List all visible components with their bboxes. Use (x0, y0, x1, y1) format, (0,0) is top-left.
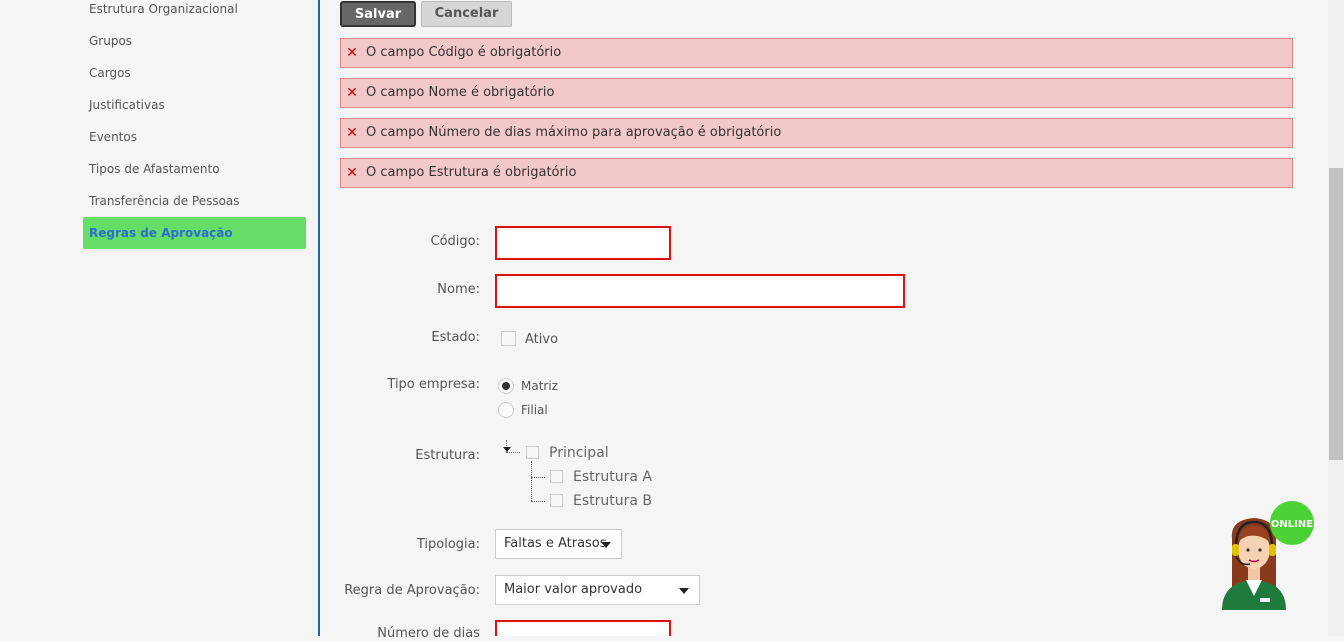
nome-label: Nome: (437, 282, 480, 297)
error-message: ✕ O campo Estrutura é obrigatório (340, 158, 1293, 188)
matriz-radio[interactable] (498, 378, 514, 394)
tree-connector (531, 461, 532, 501)
sidebar-item-estrutura-organizacional[interactable]: Estrutura Organizacional (83, 0, 306, 25)
main-content: Salvar Cancelar ✕ O campo Código é obrig… (320, 0, 1328, 641)
cancel-button[interactable]: Cancelar (421, 1, 512, 27)
ativo-checkbox[interactable] (501, 331, 516, 346)
filial-radio[interactable] (498, 402, 514, 418)
codigo-label: Código: (430, 234, 480, 249)
error-x-icon: ✕ (346, 85, 358, 101)
estado-label: Estado: (431, 330, 480, 345)
tipologia-select[interactable]: Faltas e Atrasos (495, 529, 622, 559)
sidebar-item-eventos[interactable]: Eventos (83, 121, 306, 153)
sidebar-item-tipos-afastamento[interactable]: Tipos de Afastamento (83, 153, 306, 185)
tipologia-value: Faltas e Atrasos (504, 536, 607, 551)
sidebar-item-cargos[interactable]: Cargos (83, 57, 306, 89)
tree-connector (506, 452, 520, 453)
error-x-icon: ✕ (346, 45, 358, 61)
save-button[interactable]: Salvar (340, 1, 416, 27)
error-message: ✕ O campo Código é obrigatório (340, 38, 1293, 68)
chat-widget[interactable]: ONLINE (1218, 500, 1318, 615)
estrutura-label: Estrutura: (415, 448, 480, 463)
matriz-label: Matriz (521, 379, 558, 393)
regra-aprovacao-select[interactable]: Maior valor aprovado (495, 575, 700, 605)
tree-node-estrutura-a[interactable]: Estrutura A (573, 469, 652, 485)
regra-aprovacao-label: Regra de Aprovação: (344, 583, 480, 598)
error-message: ✕ O campo Número de dias máximo para apr… (340, 118, 1293, 148)
tree-expand-icon[interactable] (503, 447, 511, 452)
sidebar-item-justificativas[interactable]: Justificativas (83, 89, 306, 121)
numero-dias-input[interactable] (495, 620, 671, 636)
sidebar-item-regras-aprovacao[interactable]: Regras de Aprovação (83, 217, 306, 249)
ativo-label: Ativo (525, 332, 559, 347)
error-text: O campo Número de dias máximo para aprov… (366, 125, 782, 140)
chevron-down-icon (679, 588, 689, 594)
chevron-down-icon (601, 542, 611, 548)
tree-connector (531, 501, 545, 502)
error-message: ✕ O campo Nome é obrigatório (340, 78, 1293, 108)
sidebar-item-grupos[interactable]: Grupos (83, 25, 306, 57)
estrutura-b-checkbox[interactable] (550, 494, 563, 507)
nome-input[interactable] (495, 274, 905, 308)
tipo-empresa-label: Tipo empresa: (387, 377, 480, 392)
estrutura-a-checkbox[interactable] (550, 470, 563, 483)
regra-aprovacao-value: Maior valor aprovado (504, 582, 643, 597)
scrollbar-thumb[interactable] (1329, 168, 1343, 460)
filial-label: Filial (521, 403, 548, 417)
error-text: O campo Estrutura é obrigatório (366, 165, 577, 180)
sidebar-item-transferencia-pessoas[interactable]: Transferência de Pessoas (83, 185, 306, 217)
principal-checkbox[interactable] (526, 446, 539, 459)
numero-dias-label: Número de dias (377, 626, 480, 641)
error-text: O campo Nome é obrigatório (366, 85, 555, 100)
codigo-input[interactable] (495, 226, 671, 260)
tree-connector (531, 477, 545, 478)
sidebar: Estrutura Organizacional Grupos Cargos J… (0, 0, 318, 636)
tree-node-principal[interactable]: Principal (549, 445, 609, 461)
support-agent-icon: ONLINE (1222, 501, 1314, 610)
error-x-icon: ✕ (346, 165, 358, 181)
chat-status: ONLINE (1271, 519, 1313, 530)
tipologia-label: Tipologia: (416, 537, 480, 552)
tree-node-estrutura-b[interactable]: Estrutura B (573, 493, 652, 509)
error-x-icon: ✕ (346, 125, 358, 141)
error-text: O campo Código é obrigatório (366, 45, 562, 60)
